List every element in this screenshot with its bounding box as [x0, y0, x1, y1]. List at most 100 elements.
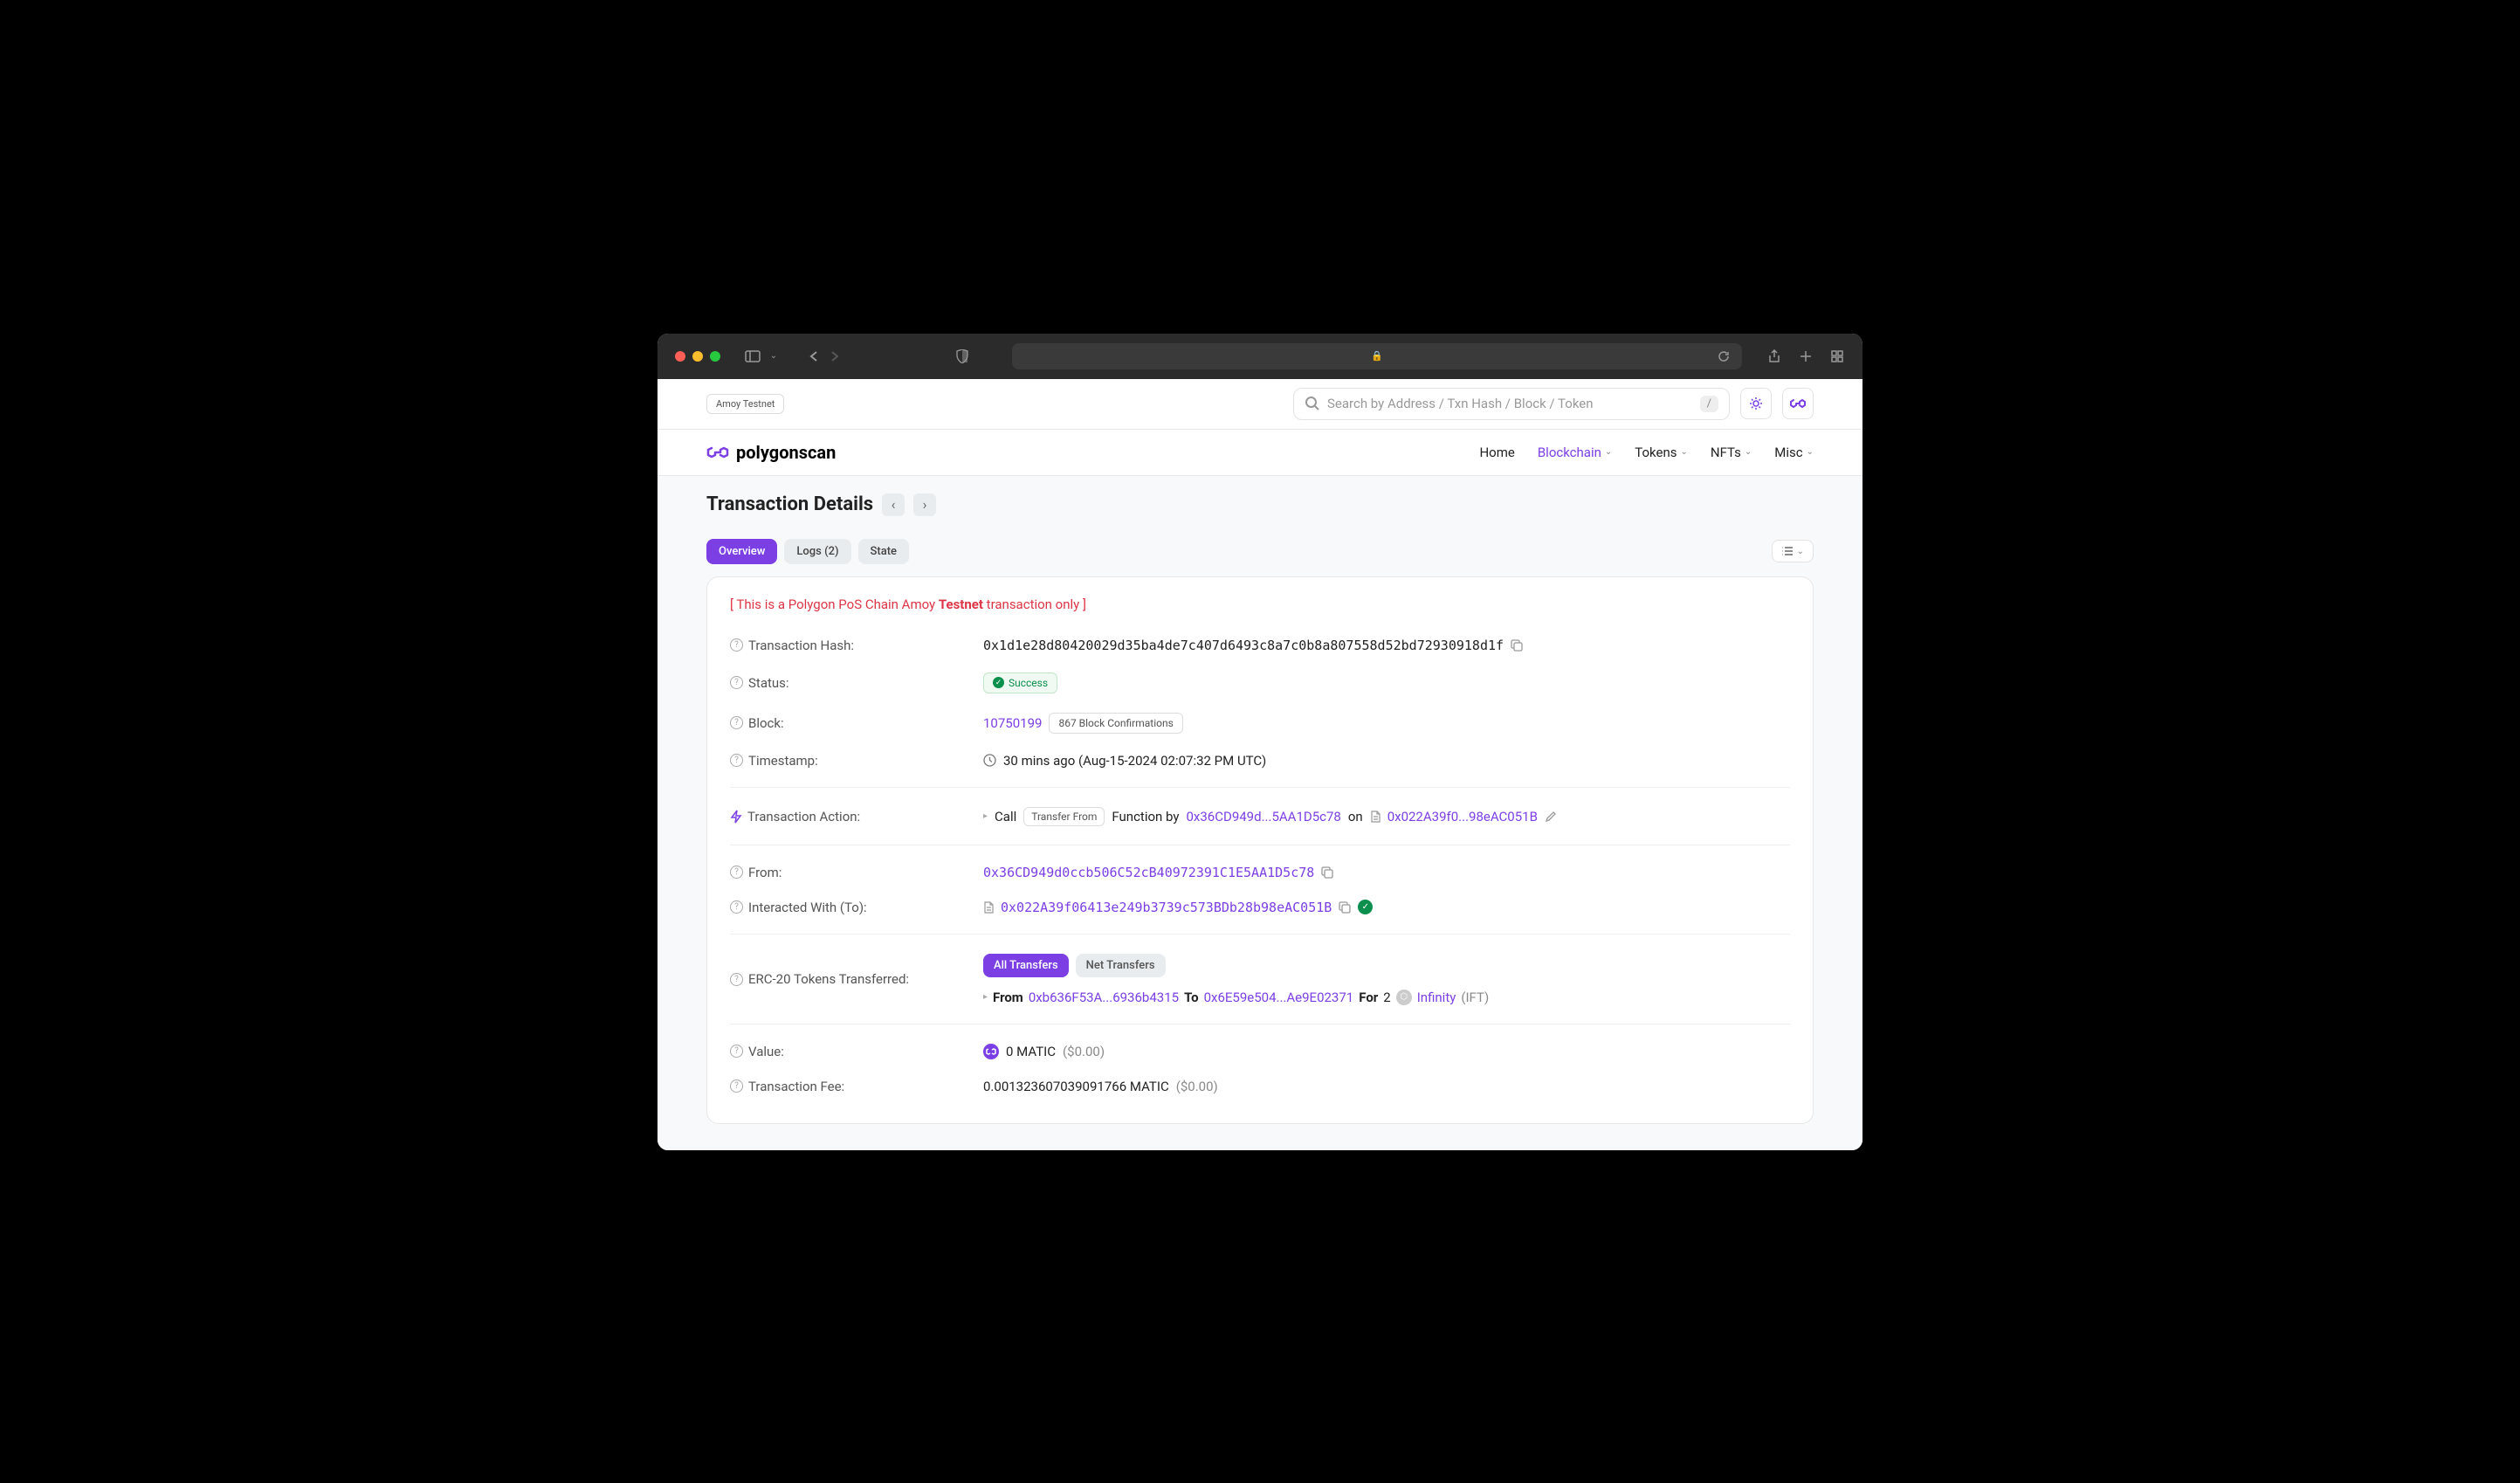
row-hash: ?Transaction Hash: 0x1d1e28d80420029d35b…: [730, 628, 1790, 663]
clock-icon: [983, 754, 996, 767]
chevron-down-icon: ⌄: [1605, 447, 1612, 457]
search-bar[interactable]: /: [1293, 388, 1730, 420]
page-header: Transaction Details ‹ › Overview Logs (2…: [658, 476, 1862, 576]
nav-home[interactable]: Home: [1479, 445, 1514, 460]
nav-back-icon[interactable]: [806, 348, 822, 364]
reload-icon[interactable]: [1716, 348, 1732, 364]
tx-hash: 0x1d1e28d80420029d35ba4de7c407d6493c8a7c…: [983, 638, 1504, 653]
help-icon[interactable]: ?: [730, 900, 743, 914]
row-block: ?Block: 10750199 867 Block Confirmations: [730, 703, 1790, 743]
chevron-down-icon[interactable]: ⌄: [766, 348, 781, 364]
row-fee: ?Transaction Fee: 0.001323607039091766 M…: [730, 1069, 1790, 1104]
help-icon[interactable]: ?: [730, 1045, 743, 1058]
chevron-down-icon: ⌄: [1797, 547, 1804, 556]
transfer-from-link[interactable]: 0xb636F53A...6936b4315: [1029, 990, 1179, 1005]
help-icon[interactable]: ?: [730, 754, 743, 767]
chevron-down-icon: ⌄: [1807, 447, 1814, 457]
file-icon: [1370, 810, 1380, 823]
nav-misc[interactable]: Misc⌄: [1774, 445, 1814, 460]
row-to: ?Interacted With (To): 0x022A39f06413e24…: [730, 890, 1790, 925]
network-badge[interactable]: Amoy Testnet: [706, 394, 784, 414]
nav-tokens[interactable]: Tokens⌄: [1635, 445, 1688, 460]
brand-text: polygonscan: [736, 442, 836, 463]
help-icon[interactable]: ?: [730, 1079, 743, 1093]
window-controls: [675, 351, 720, 362]
confirmations-badge: 867 Block Confirmations: [1049, 713, 1182, 734]
view-options-button[interactable]: ⌄: [1772, 540, 1814, 562]
chevron-down-icon: ⌄: [1681, 447, 1688, 457]
token-link[interactable]: Infinity: [1417, 990, 1456, 1005]
nav-links: Home Blockchain⌄ Tokens⌄ NFTs⌄ Misc⌄: [1479, 445, 1814, 460]
new-tab-icon[interactable]: [1798, 348, 1814, 364]
main-nav: polygonscan Home Blockchain⌄ Tokens⌄ NFT…: [658, 430, 1862, 476]
address-bar[interactable]: 🔒: [1012, 343, 1742, 369]
prev-tx-button[interactable]: ‹: [882, 493, 905, 516]
row-from: ?From: 0x36CD949d0ccb506C52cB40972391C1E…: [730, 845, 1790, 890]
tab-logs[interactable]: Logs (2): [784, 539, 850, 564]
testnet-warning: [ This is a Polygon PoS Chain Amoy Testn…: [730, 597, 1790, 612]
block-link[interactable]: 10750199: [983, 715, 1042, 731]
next-tx-button[interactable]: ›: [913, 493, 936, 516]
bolt-icon: [730, 810, 742, 824]
row-erc20: ?ERC-20 Tokens Transferred: All Transfer…: [730, 934, 1790, 1015]
chevron-down-icon: ⌄: [1745, 447, 1752, 457]
content-area: [ This is a Polygon PoS Chain Amoy Testn…: [658, 576, 1862, 1150]
brand-logo[interactable]: polygonscan: [706, 442, 836, 463]
row-value: ?Value: 0 MATIC ($0.00): [730, 1024, 1790, 1069]
transfer-to-link[interactable]: 0x6E59e504...Ae9E02371: [1204, 990, 1354, 1005]
row-action: Transaction Action: ▸ Call Transfer From…: [730, 787, 1790, 836]
browser-window: ⌄ 🔒 Amoy Testnet / polygonscan: [658, 334, 1862, 1150]
theme-toggle[interactable]: [1740, 388, 1772, 419]
check-icon: ✓: [993, 677, 1004, 688]
search-icon: [1305, 396, 1320, 411]
copy-icon[interactable]: [1511, 639, 1523, 652]
help-icon[interactable]: ?: [730, 676, 743, 689]
caret-icon: ▸: [983, 992, 988, 1002]
action-contract-link[interactable]: 0x022A39f0...98eAC051B: [1387, 809, 1538, 824]
file-icon: [983, 901, 994, 914]
to-address-link[interactable]: 0x022A39f06413e249b3739c573BDb28b98eAC05…: [1001, 900, 1332, 915]
page-title: Transaction Details: [706, 493, 873, 515]
matic-icon: [983, 1044, 999, 1059]
shield-icon[interactable]: [954, 348, 970, 364]
tab-all-transfers[interactable]: All Transfers: [983, 954, 1069, 977]
nav-blockchain[interactable]: Blockchain⌄: [1538, 445, 1612, 460]
help-icon[interactable]: ?: [730, 638, 743, 652]
tabs-grid-icon[interactable]: [1829, 348, 1845, 364]
action-from-link[interactable]: 0x36CD949d...5AA1D5c78: [1186, 809, 1340, 824]
chain-switch[interactable]: [1782, 388, 1814, 419]
tx-card: [ This is a Polygon PoS Chain Amoy Testn…: [706, 576, 1814, 1124]
copy-icon[interactable]: [1339, 901, 1351, 914]
pencil-icon[interactable]: [1545, 810, 1557, 823]
nav-nfts[interactable]: NFTs⌄: [1711, 445, 1752, 460]
minimize-window[interactable]: [692, 351, 703, 362]
tab-state[interactable]: State: [858, 539, 910, 564]
kbd-hint: /: [1700, 396, 1718, 412]
nav-forward-icon[interactable]: [827, 348, 843, 364]
titlebar: ⌄ 🔒: [658, 334, 1862, 379]
verified-icon: ✓: [1358, 900, 1373, 914]
token-icon: ⬡: [1396, 990, 1412, 1005]
tab-overview[interactable]: Overview: [706, 539, 777, 564]
close-window[interactable]: [675, 351, 685, 362]
help-icon[interactable]: ?: [730, 866, 743, 879]
help-icon[interactable]: ?: [730, 716, 743, 729]
timestamp-value: 30 mins ago (Aug-15-2024 02:07:32 PM UTC…: [1003, 753, 1266, 769]
search-input[interactable]: [1327, 396, 1693, 411]
copy-icon[interactable]: [1321, 866, 1333, 879]
tab-net-transfers[interactable]: Net Transfers: [1076, 954, 1166, 977]
share-icon[interactable]: [1766, 348, 1782, 364]
status-badge: ✓Success: [983, 673, 1057, 693]
top-strip: Amoy Testnet /: [658, 379, 1862, 430]
row-timestamp: ?Timestamp: 30 mins ago (Aug-15-2024 02:…: [730, 743, 1790, 778]
sidebar-icon[interactable]: [745, 348, 761, 364]
from-address-link[interactable]: 0x36CD949d0ccb506C52cB40972391C1E5AA1D5c…: [983, 865, 1314, 880]
function-pill: Transfer From: [1023, 807, 1105, 826]
help-icon[interactable]: ?: [730, 973, 743, 986]
maximize-window[interactable]: [710, 351, 720, 362]
row-status: ?Status: ✓Success: [730, 663, 1790, 703]
caret-icon: ▸: [983, 811, 988, 821]
lock-icon: 🔒: [1371, 350, 1383, 362]
list-icon: [1781, 546, 1794, 556]
transfer-tabs: All Transfers Net Transfers: [983, 954, 1166, 977]
